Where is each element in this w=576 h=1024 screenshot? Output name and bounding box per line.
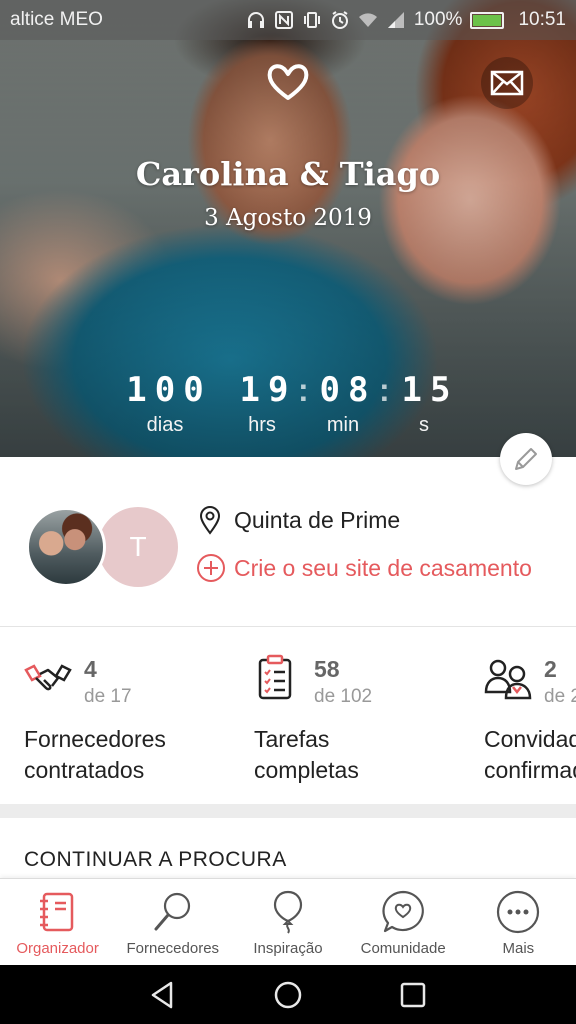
countdown-hours: 19	[239, 370, 297, 410]
countdown-hours-label: hrs	[248, 414, 276, 436]
partner-avatar[interactable]: T	[98, 507, 178, 587]
partner-initial: T	[129, 531, 147, 562]
more-icon	[497, 890, 540, 934]
home-icon[interactable]	[272, 979, 304, 1011]
add-circle-icon	[197, 554, 225, 582]
wifi-icon	[358, 13, 377, 27]
nav-comunidade[interactable]: Comunidade	[346, 879, 461, 965]
venue-row[interactable]: Quinta de Prime	[198, 505, 400, 535]
couple-avatar[interactable]	[26, 507, 106, 587]
countdown-separator: :	[379, 372, 390, 408]
stat-label: Fornecedores contratados	[24, 726, 166, 783]
section-divider	[0, 804, 576, 818]
countdown-minutes: 08	[319, 370, 377, 410]
wedding-stats: 4 de 17 Fornecedores contratados 58 de 1…	[0, 628, 576, 804]
nav-inspiracao[interactable]: Inspiração	[230, 879, 345, 965]
back-icon[interactable]	[147, 979, 179, 1011]
nav-label: Organizador	[16, 940, 99, 957]
create-wedding-site-link[interactable]: Crie o seu site de casamento	[196, 553, 532, 583]
stat-vendors[interactable]: 4 de 17 Fornecedores contratados	[24, 628, 264, 804]
stat-total: de 17	[84, 686, 132, 707]
stat-value: 58	[314, 656, 340, 682]
stat-label: Convidados confirmados	[484, 726, 576, 783]
couple-names: Carolina & Tiago	[135, 155, 441, 193]
notebook-icon	[39, 892, 73, 932]
create-site-label: Crie o seu site de casamento	[234, 554, 532, 581]
nfc-icon	[274, 11, 293, 29]
stat-total: de 2	[544, 686, 576, 707]
handshake-icon	[24, 664, 72, 691]
wedding-profile-section: T Quinta de Prime Crie o seu site de cas…	[0, 457, 576, 627]
countdown-seconds-label: s	[419, 414, 429, 436]
stat-label: Tarefas completas	[254, 726, 359, 783]
stat-tasks[interactable]: 58 de 102 Tarefas completas	[254, 628, 494, 804]
nav-mais[interactable]: Mais	[461, 879, 576, 965]
countdown-seconds: 15	[401, 370, 459, 410]
chat-heart-icon	[382, 890, 424, 933]
nav-label: Fornecedores	[126, 940, 220, 957]
countdown-separator: :	[298, 372, 309, 408]
stat-guests[interactable]: 2 de 2 Convidados confirmados	[484, 628, 576, 804]
recents-icon[interactable]	[397, 979, 429, 1011]
app-screen: Carolina & Tiago 3 Agosto 2019 100 19 : …	[0, 0, 576, 1024]
stat-total: de 102	[314, 686, 373, 707]
countdown-days-label: dias	[146, 414, 184, 436]
vibrate-icon	[303, 12, 320, 28]
system-navigation-bar	[0, 965, 576, 1024]
heart-logo-icon	[267, 64, 309, 100]
continue-search-section: CONTINUAR A PROCURA	[0, 818, 576, 878]
messages-button[interactable]	[481, 57, 533, 109]
stat-value: 2	[544, 656, 557, 682]
bottom-navigation: Organizador Fornecedores Inspiração Comu…	[0, 878, 576, 965]
edit-cover-button[interactable]	[500, 433, 552, 485]
signal-icon	[387, 12, 404, 28]
checklist-icon	[258, 654, 292, 700]
wedding-date: 3 Agosto 2019	[204, 205, 372, 231]
search-icon	[154, 892, 190, 931]
battery-percentage: 100%	[413, 9, 463, 30]
guests-icon	[484, 659, 532, 700]
location-pin-icon	[199, 506, 221, 535]
headphones-icon	[247, 12, 264, 28]
balloon-icon	[273, 890, 303, 934]
hero-banner: Carolina & Tiago 3 Agosto 2019 100 19 : …	[0, 0, 576, 457]
battery-icon	[470, 11, 505, 29]
carrier-name: altice MEO	[10, 9, 103, 30]
clock: 10:51	[518, 9, 566, 30]
nav-label: Inspiração	[253, 940, 323, 957]
stat-value: 4	[84, 656, 97, 682]
envelope-icon	[490, 70, 524, 96]
nav-label: Comunidade	[360, 940, 446, 957]
venue-name: Quinta de Prime	[234, 506, 401, 533]
section-title: CONTINUAR A PROCURA	[24, 848, 287, 871]
alarm-icon	[331, 11, 348, 29]
countdown-minutes-label: min	[326, 414, 360, 436]
nav-organizador[interactable]: Organizador	[0, 879, 115, 965]
status-bar: altice MEO 100% 10:51	[0, 0, 576, 40]
countdown-days: 100	[126, 370, 212, 410]
nav-fornecedores[interactable]: Fornecedores	[115, 879, 230, 965]
nav-label: Mais	[502, 940, 535, 957]
pencil-icon	[515, 448, 537, 470]
